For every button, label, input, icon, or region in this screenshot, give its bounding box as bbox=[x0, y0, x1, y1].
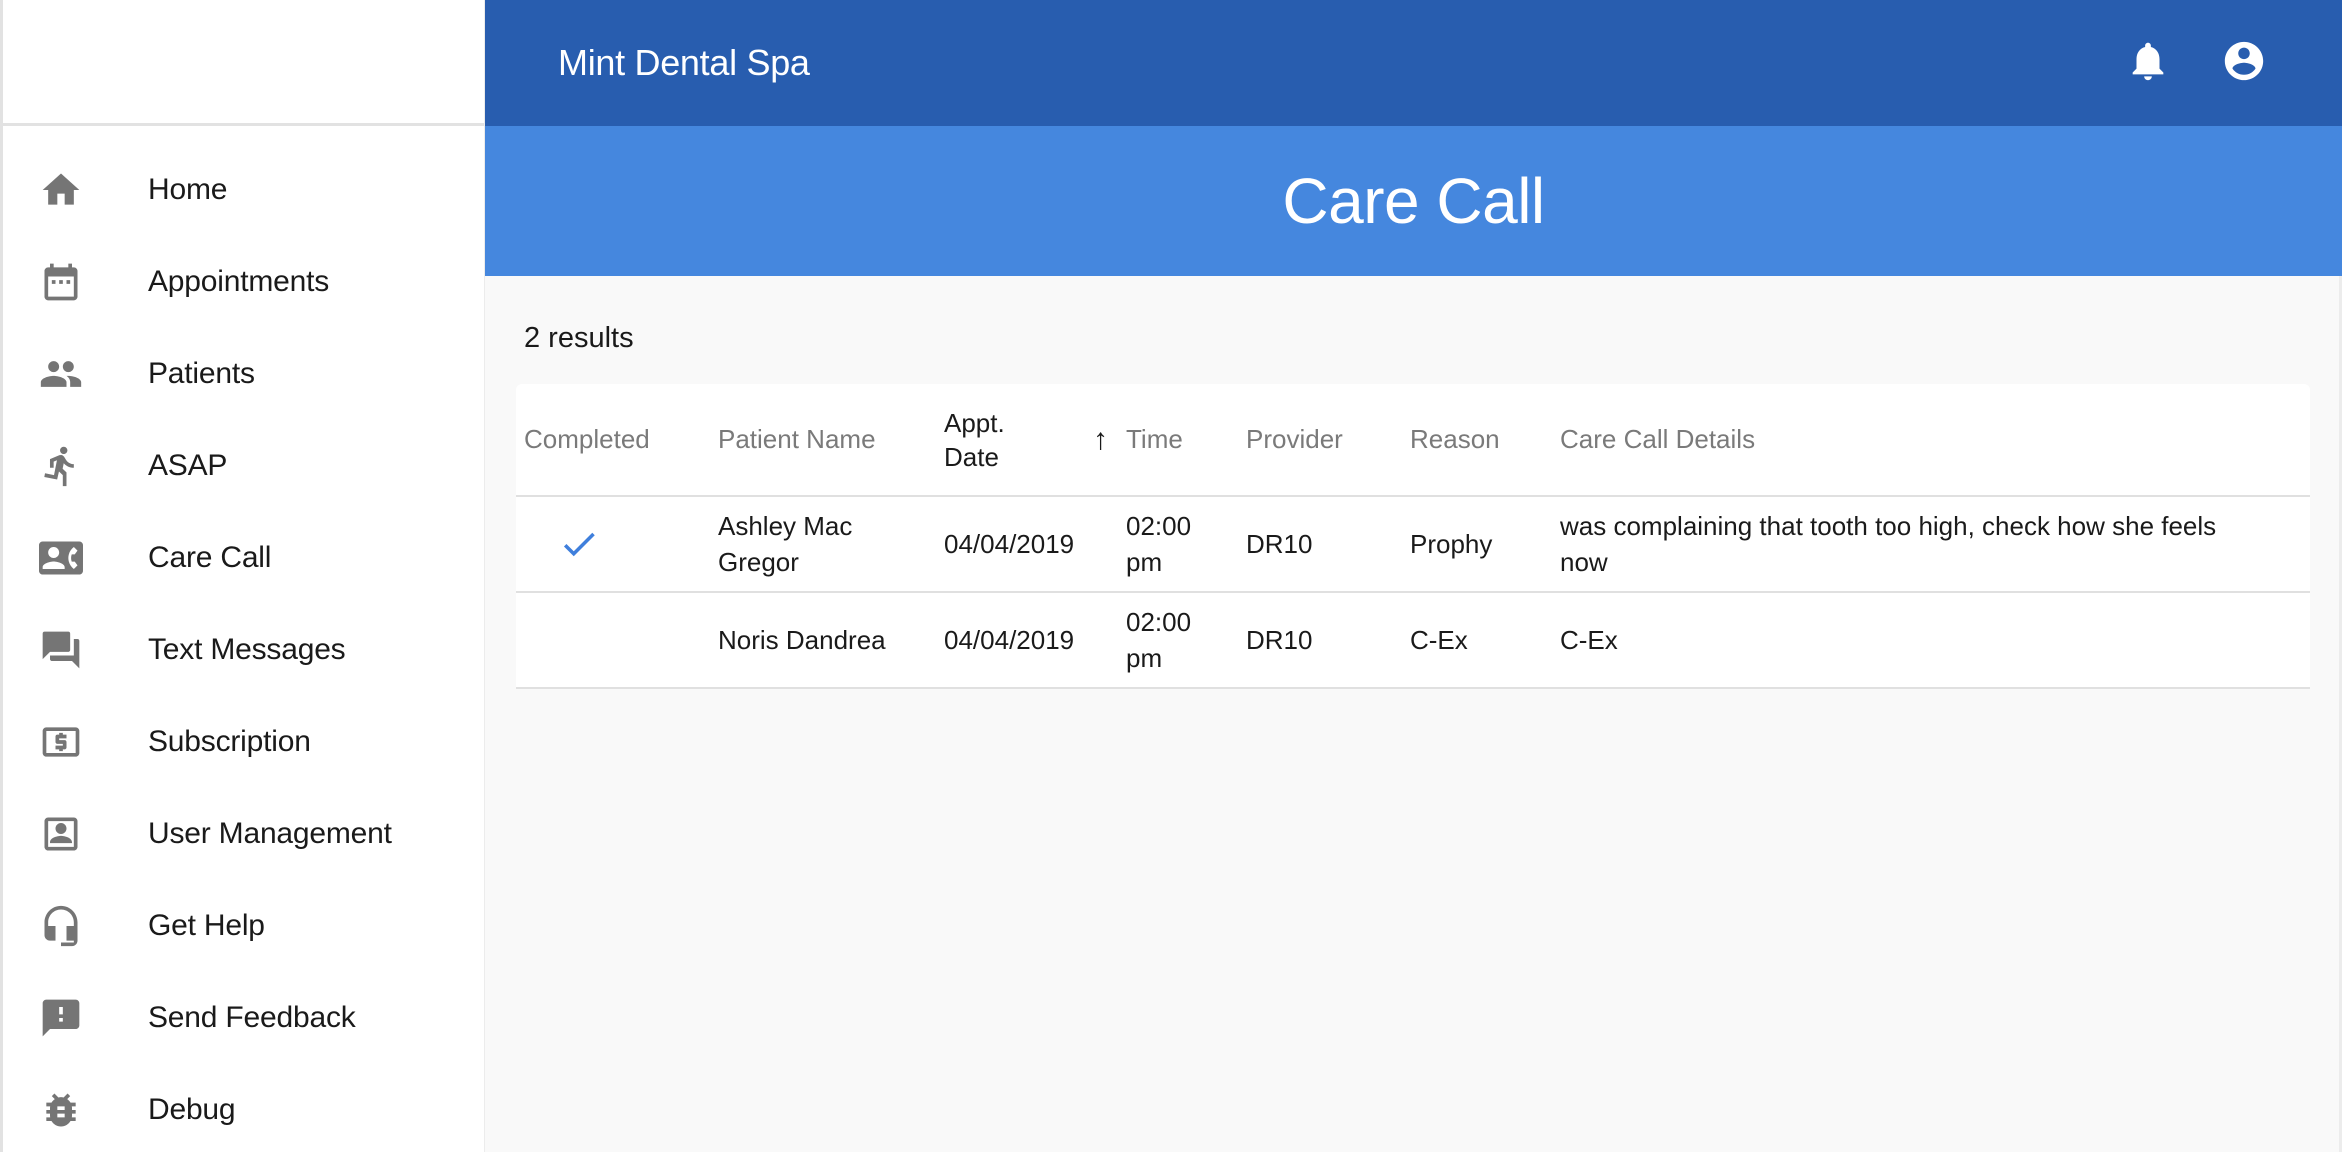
chat-bubbles-icon bbox=[37, 626, 85, 674]
sidebar-item-label: Care Call bbox=[148, 541, 272, 574]
headset-icon bbox=[37, 902, 85, 950]
column-header-label: Care Call Details bbox=[1560, 424, 1756, 454]
sidebar-item-user-management[interactable]: User Management bbox=[3, 788, 484, 880]
appt-date-cell: 04/04/2019 bbox=[936, 496, 1118, 593]
page-title: Care Call bbox=[1282, 165, 1545, 237]
appt-date-cell: 04/04/2019 bbox=[936, 592, 1118, 689]
column-header-appt-date[interactable]: Appt. Date ↑ bbox=[936, 384, 1118, 497]
column-header-label: Time bbox=[1126, 424, 1183, 454]
sidebar-item-subscription[interactable]: Subscription bbox=[3, 696, 484, 788]
bug-icon bbox=[37, 1086, 85, 1134]
reason-cell: C-Ex bbox=[1402, 592, 1552, 689]
sidebar-nav: Home Appointments Patients ASAP Care Cal… bbox=[3, 126, 484, 1152]
column-header-patient-name[interactable]: Patient Name bbox=[710, 384, 936, 497]
sidebar-item-debug[interactable]: Debug bbox=[3, 1064, 484, 1152]
column-header-label: Provider bbox=[1246, 424, 1343, 454]
table-header-row: Completed Patient Name Appt. Date ↑ Time… bbox=[516, 384, 2310, 497]
account-circle-icon bbox=[2221, 38, 2267, 89]
sidebar-item-home[interactable]: Home bbox=[3, 144, 484, 236]
app-bar: Mint Dental Spa bbox=[485, 0, 2342, 126]
reason-cell: Prophy bbox=[1402, 496, 1552, 593]
sidebar: Home Appointments Patients ASAP Care Cal… bbox=[0, 0, 485, 1152]
contact-phone-icon bbox=[37, 534, 85, 582]
feedback-icon bbox=[37, 994, 85, 1042]
sidebar-item-label: Text Messages bbox=[148, 633, 346, 666]
arrow-up-icon[interactable]: ↑ bbox=[1093, 423, 1108, 457]
column-header-label: Appt. Date bbox=[944, 407, 1005, 472]
sidebar-item-patients[interactable]: Patients bbox=[3, 328, 484, 420]
patient-name-cell: Ashley Mac Gregor bbox=[710, 496, 936, 593]
column-header-completed[interactable]: Completed bbox=[516, 384, 710, 497]
sidebar-item-label: Patients bbox=[148, 357, 255, 390]
patient-name-cell: Noris Dandrea bbox=[710, 592, 936, 689]
running-person-icon bbox=[37, 442, 85, 490]
column-header-label: Patient Name bbox=[718, 424, 876, 454]
sidebar-item-label: Get Help bbox=[148, 909, 265, 942]
sidebar-item-send-feedback[interactable]: Send Feedback bbox=[3, 972, 484, 1064]
column-header-provider[interactable]: Provider bbox=[1238, 384, 1402, 497]
notifications-button[interactable] bbox=[2120, 35, 2176, 91]
table-row[interactable]: Ashley Mac Gregor 04/04/2019 02:00 pm DR… bbox=[516, 496, 2310, 593]
sidebar-item-label: Home bbox=[148, 173, 228, 206]
column-header-care-call-details[interactable]: Care Call Details bbox=[1552, 384, 2310, 497]
dollar-card-icon bbox=[37, 718, 85, 766]
sidebar-item-get-help[interactable]: Get Help bbox=[3, 880, 484, 972]
column-header-label: Completed bbox=[524, 424, 650, 454]
sidebar-item-asap[interactable]: ASAP bbox=[3, 420, 484, 512]
table-row[interactable]: Noris Dandrea 04/04/2019 02:00 pm DR10 C… bbox=[516, 592, 2310, 689]
check-icon bbox=[558, 523, 710, 565]
calendar-icon bbox=[37, 258, 85, 306]
provider-cell: DR10 bbox=[1238, 592, 1402, 689]
results-count: 2 results bbox=[524, 322, 634, 354]
column-header-label: Reason bbox=[1410, 424, 1500, 454]
app-title: Mint Dental Spa bbox=[558, 42, 810, 83]
user-badge-icon bbox=[37, 810, 85, 858]
completed-cell[interactable] bbox=[516, 496, 710, 593]
details-cell: was complaining that tooth too high, che… bbox=[1552, 496, 2310, 593]
page-banner: Care Call bbox=[485, 126, 2342, 276]
sidebar-item-label: User Management bbox=[148, 817, 392, 850]
sidebar-item-appointments[interactable]: Appointments bbox=[3, 236, 484, 328]
sidebar-item-label: Send Feedback bbox=[148, 1001, 356, 1034]
details-cell: C-Ex bbox=[1552, 592, 2310, 689]
bell-icon bbox=[2125, 38, 2171, 89]
completed-cell[interactable] bbox=[516, 592, 710, 689]
provider-cell: DR10 bbox=[1238, 496, 1402, 593]
people-icon bbox=[37, 350, 85, 398]
sidebar-header bbox=[3, 0, 484, 126]
sidebar-item-label: Appointments bbox=[148, 265, 330, 298]
column-header-time[interactable]: Time bbox=[1118, 384, 1238, 497]
home-icon bbox=[37, 166, 85, 214]
time-cell: 02:00 pm bbox=[1118, 592, 1238, 689]
sidebar-item-label: Subscription bbox=[148, 725, 311, 758]
sidebar-item-text-messages[interactable]: Text Messages bbox=[3, 604, 484, 696]
sidebar-item-label: ASAP bbox=[148, 449, 228, 482]
app-bar-actions bbox=[2120, 35, 2272, 91]
main-content: 2 results Completed Patient Name Appt. D… bbox=[485, 276, 2342, 1152]
sidebar-item-care-call[interactable]: Care Call bbox=[3, 512, 484, 604]
column-header-reason[interactable]: Reason bbox=[1402, 384, 1552, 497]
time-cell: 02:00 pm bbox=[1118, 496, 1238, 593]
sidebar-item-label: Debug bbox=[148, 1093, 236, 1126]
care-call-table: Completed Patient Name Appt. Date ↑ Time… bbox=[516, 384, 2310, 689]
account-button[interactable] bbox=[2216, 35, 2272, 91]
